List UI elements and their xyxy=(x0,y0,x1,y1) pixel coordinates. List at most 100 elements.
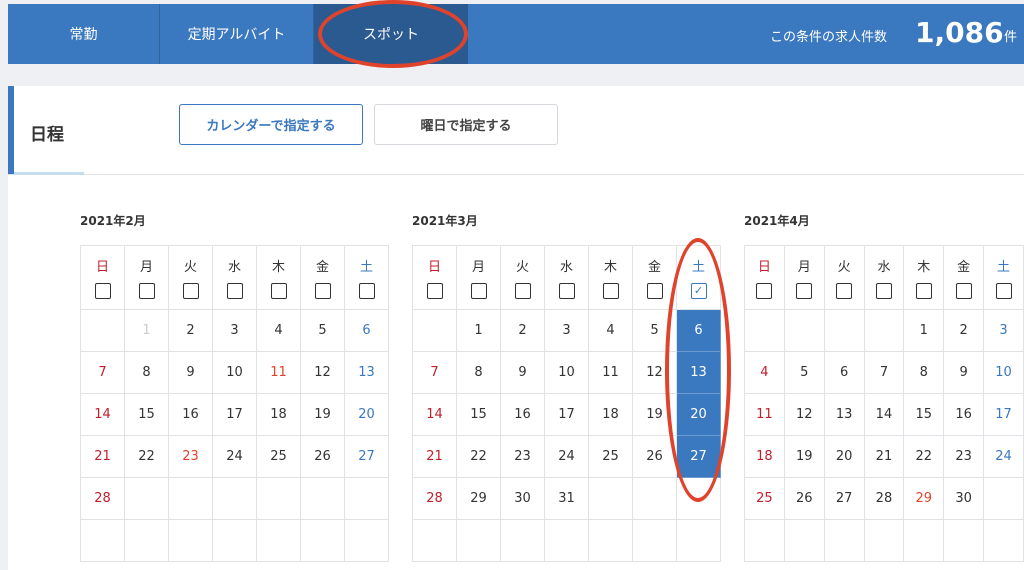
calendar-day[interactable]: 23 xyxy=(943,435,985,478)
calendar-day[interactable]: 12 xyxy=(300,351,345,394)
calendar-day[interactable]: 7 xyxy=(80,351,125,394)
calendar-day[interactable]: 26 xyxy=(300,435,345,478)
calendar-day[interactable]: 4 xyxy=(588,309,633,352)
calendar-day[interactable]: 2 xyxy=(168,309,213,352)
calendar-day[interactable]: 1 xyxy=(456,309,501,352)
calendar-day[interactable]: 27 xyxy=(676,435,721,478)
calendar-day[interactable]: 23 xyxy=(500,435,545,478)
weekday-checkbox[interactable] xyxy=(358,283,375,299)
calendar-day[interactable]: 20 xyxy=(676,393,721,436)
calendar-day[interactable]: 6 xyxy=(823,351,865,394)
calendar-day[interactable]: 13 xyxy=(344,351,389,394)
weekday-checkbox[interactable] xyxy=(314,283,331,299)
calendar-day[interactable]: 17 xyxy=(983,393,1024,436)
calendar-day[interactable]: 15 xyxy=(124,393,169,436)
calendar-day[interactable]: 12 xyxy=(632,351,677,394)
weekday-checkbox[interactable] xyxy=(426,283,443,299)
calendar-day[interactable]: 14 xyxy=(412,393,457,436)
calendar-day[interactable]: 3 xyxy=(544,309,589,352)
weekday-checkbox[interactable] xyxy=(226,283,243,299)
calendar-day[interactable]: 16 xyxy=(500,393,545,436)
calendar-day[interactable]: 24 xyxy=(544,435,589,478)
calendar-day[interactable]: 22 xyxy=(124,435,169,478)
calendar-day[interactable]: 14 xyxy=(80,393,125,436)
weekday-checkbox[interactable] xyxy=(602,283,619,299)
tab-part-time[interactable]: 定期アルバイト xyxy=(160,4,314,64)
calendar-day[interactable]: 28 xyxy=(412,477,457,520)
calendar-day[interactable]: 19 xyxy=(300,393,345,436)
weekday-checkbox[interactable] xyxy=(138,283,155,299)
tab-full-time[interactable]: 常勤 xyxy=(8,4,160,64)
calendar-day[interactable]: 15 xyxy=(456,393,501,436)
calendar-day[interactable]: 11 xyxy=(744,393,785,436)
calendar-day[interactable]: 18 xyxy=(744,435,785,478)
calendar-day[interactable]: 3 xyxy=(983,309,1024,352)
calendar-day[interactable]: 22 xyxy=(903,435,945,478)
calendar-day[interactable]: 24 xyxy=(212,435,257,478)
weekday-checkbox[interactable] xyxy=(796,283,813,299)
calendar-day[interactable]: 16 xyxy=(168,393,213,436)
calendar-day[interactable]: 12 xyxy=(783,393,825,436)
calendar-day[interactable]: 25 xyxy=(588,435,633,478)
weekday-checkbox[interactable] xyxy=(995,283,1012,299)
calendar-day[interactable]: 28 xyxy=(80,477,125,520)
calendar-day[interactable]: 6 xyxy=(676,309,721,352)
calendar-day[interactable]: 4 xyxy=(256,309,301,352)
calendar-day[interactable]: 18 xyxy=(256,393,301,436)
calendar-day[interactable]: 23 xyxy=(168,435,213,478)
weekday-checkbox[interactable] xyxy=(182,283,199,299)
calendar-day[interactable]: 19 xyxy=(632,393,677,436)
weekday-checkbox[interactable] xyxy=(836,283,853,299)
calendar-day[interactable]: 10 xyxy=(212,351,257,394)
calendar-day[interactable]: 9 xyxy=(943,351,985,394)
calendar-day[interactable]: 25 xyxy=(256,435,301,478)
tab-spot[interactable]: スポット xyxy=(314,4,468,64)
calendar-day[interactable]: 21 xyxy=(412,435,457,478)
weekday-checkbox[interactable] xyxy=(94,283,111,299)
calendar-day[interactable]: 7 xyxy=(412,351,457,394)
calendar-day[interactable]: 14 xyxy=(863,393,905,436)
calendar-day[interactable]: 7 xyxy=(863,351,905,394)
calendar-day[interactable]: 11 xyxy=(256,351,301,394)
weekday-checkbox[interactable] xyxy=(955,283,972,299)
calendar-day[interactable]: 2 xyxy=(500,309,545,352)
calendar-day[interactable]: 20 xyxy=(344,393,389,436)
calendar-day[interactable]: 25 xyxy=(744,477,785,520)
calendar-day[interactable]: 19 xyxy=(783,435,825,478)
calendar-day[interactable]: 1 xyxy=(124,309,169,352)
weekday-select-button[interactable]: 曜日で指定する xyxy=(374,104,558,145)
calendar-day[interactable]: 13 xyxy=(676,351,721,394)
calendar-day[interactable]: 20 xyxy=(823,435,865,478)
calendar-day[interactable]: 5 xyxy=(632,309,677,352)
weekday-checkbox[interactable] xyxy=(558,283,575,299)
calendar-day[interactable]: 30 xyxy=(943,477,985,520)
calendar-day[interactable]: 21 xyxy=(863,435,905,478)
calendar-day[interactable]: 8 xyxy=(903,351,945,394)
calendar-day[interactable]: 28 xyxy=(863,477,905,520)
calendar-day[interactable]: 27 xyxy=(344,435,389,478)
calendar-day[interactable]: 24 xyxy=(983,435,1024,478)
calendar-day[interactable]: 17 xyxy=(544,393,589,436)
calendar-day[interactable]: 26 xyxy=(632,435,677,478)
calendar-day[interactable]: 27 xyxy=(823,477,865,520)
calendar-day[interactable]: 31 xyxy=(544,477,589,520)
calendar-day[interactable]: 18 xyxy=(588,393,633,436)
calendar-day[interactable]: 3 xyxy=(212,309,257,352)
weekday-checkbox[interactable] xyxy=(915,283,932,299)
calendar-day[interactable]: 9 xyxy=(168,351,213,394)
weekday-checkbox[interactable] xyxy=(270,283,287,299)
calendar-day[interactable]: 6 xyxy=(344,309,389,352)
calendar-day[interactable]: 1 xyxy=(903,309,945,352)
calendar-day[interactable]: 9 xyxy=(500,351,545,394)
calendar-select-button[interactable]: カレンダーで指定する xyxy=(179,104,363,145)
calendar-day[interactable]: 29 xyxy=(456,477,501,520)
calendar-day[interactable]: 17 xyxy=(212,393,257,436)
weekday-checkbox[interactable] xyxy=(646,283,663,299)
calendar-day[interactable]: 5 xyxy=(300,309,345,352)
weekday-checkbox[interactable] xyxy=(470,283,487,299)
calendar-day[interactable]: 26 xyxy=(783,477,825,520)
calendar-day[interactable]: 30 xyxy=(500,477,545,520)
calendar-day[interactable]: 22 xyxy=(456,435,501,478)
calendar-day[interactable]: 11 xyxy=(588,351,633,394)
calendar-day[interactable]: 15 xyxy=(903,393,945,436)
